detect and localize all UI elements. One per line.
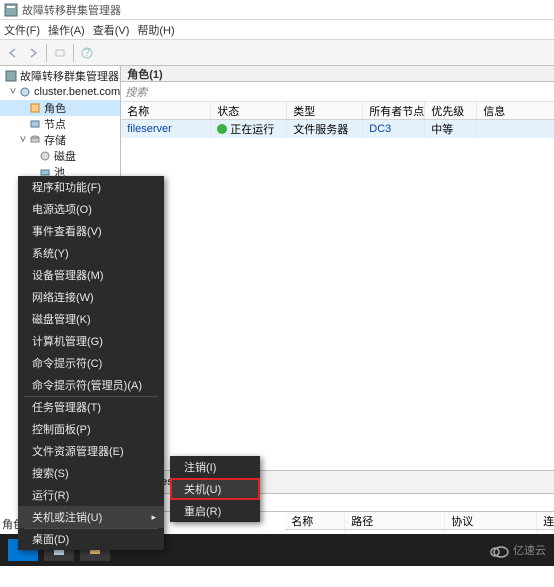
role-name: fileserver <box>127 123 172 135</box>
table-row[interactable]: fileserver 正在运行 文件服务器 DC3 中等 <box>121 120 554 138</box>
toolbar: ? <box>0 40 554 66</box>
ctx-cmd[interactable]: 命令提示符(C) <box>18 352 164 374</box>
tree-role-label: 角色 <box>44 100 66 116</box>
col-name[interactable]: 名称 <box>121 102 211 119</box>
ctx-system[interactable]: 系统(Y) <box>18 242 164 264</box>
expander-icon[interactable]: ˅ <box>18 134 28 146</box>
ctx-run[interactable]: 运行(R) <box>18 484 164 506</box>
cluster-icon <box>18 85 32 99</box>
tree-node[interactable]: 节点 <box>0 116 120 132</box>
watermark-text: 亿速云 <box>513 542 546 558</box>
tree-storage-label: 存储 <box>44 132 66 148</box>
col-share-avail[interactable]: 连续可用性 <box>537 512 554 529</box>
col-owner[interactable]: 所有者节点 <box>363 102 425 119</box>
col-type[interactable]: 类型 <box>287 102 363 119</box>
svg-text:?: ? <box>84 47 90 59</box>
col-status[interactable]: 状态 <box>211 102 287 119</box>
menu-action[interactable]: 操作(A) <box>48 22 85 38</box>
menu-help[interactable]: 帮助(H) <box>137 22 174 38</box>
ctx-task-manager[interactable]: 任务管理器(T) <box>18 396 164 418</box>
col-share-name[interactable]: 名称 <box>285 512 345 529</box>
ctx-shutdown-signout[interactable]: 关机或注销(U) <box>18 506 164 528</box>
submenu-restart[interactable]: 重启(R) <box>170 500 260 522</box>
roles-table: 名称 状态 类型 所有者节点 优先级 信息 fileserver 正在运行 文件… <box>121 102 554 138</box>
toolbar-action-icon[interactable] <box>51 44 69 62</box>
node-icon <box>28 117 42 131</box>
window-title: 故障转移群集管理器 <box>22 2 121 18</box>
menu-view[interactable]: 查看(V) <box>93 22 130 38</box>
ctx-disk-mgmt[interactable]: 磁盘管理(K) <box>18 308 164 330</box>
role-status: 正在运行 <box>230 121 274 137</box>
ctx-device-manager[interactable]: 设备管理器(M) <box>18 264 164 286</box>
storage-icon <box>28 133 42 147</box>
col-share-proto[interactable]: 协议 <box>445 512 537 529</box>
content-header: 角色(1) <box>121 66 554 82</box>
roles-table-header: 名称 状态 类型 所有者节点 优先级 信息 <box>121 102 554 120</box>
ctx-file-explorer[interactable]: 文件资源管理器(E) <box>18 440 164 462</box>
cloud-icon <box>487 542 509 558</box>
disk-icon <box>38 149 52 163</box>
search-bar[interactable]: 搜索 <box>121 82 554 102</box>
col-info[interactable]: 信息 <box>477 102 554 119</box>
search-placeholder: 搜索 <box>125 84 147 100</box>
status-running-icon <box>217 124 227 134</box>
expander-icon[interactable]: ˅ <box>8 86 18 98</box>
ctx-search[interactable]: 搜索(S) <box>18 462 164 484</box>
tree-disk-label: 磁盘 <box>54 148 76 164</box>
role-type: 文件服务器 <box>293 121 348 137</box>
toolbar-sep <box>73 44 74 62</box>
tree-cluster[interactable]: ˅ cluster.benet.com <box>0 84 120 100</box>
tree-node-label: 节点 <box>44 116 66 132</box>
ctx-network-conn[interactable]: 网络连接(W) <box>18 286 164 308</box>
title-bar: 故障转移群集管理器 <box>0 0 554 20</box>
winx-context-menu: 程序和功能(F) 电源选项(O) 事件查看器(V) 系统(Y) 设备管理器(M)… <box>18 176 164 550</box>
tree-storage[interactable]: ˅ 存储 <box>0 132 120 148</box>
role-icon <box>28 101 42 115</box>
ctx-cmd-admin[interactable]: 命令提示符(管理员)(A) <box>18 374 164 396</box>
tree-cluster-label: cluster.benet.com <box>34 86 120 98</box>
tree-disk[interactable]: 磁盘 <box>0 148 120 164</box>
submenu-signout[interactable]: 注销(I) <box>170 456 260 478</box>
watermark: 亿速云 <box>487 542 546 558</box>
cluster-mgr-icon <box>4 69 18 83</box>
ctx-computer-mgmt[interactable]: 计算机管理(G) <box>18 330 164 352</box>
col-share-path[interactable]: 路径 <box>345 512 445 529</box>
ctx-control-panel[interactable]: 控制面板(P) <box>18 418 164 440</box>
shares-header: 名称 路径 协议 连续可用性 注解 <box>285 512 554 530</box>
shutdown-submenu: 注销(I) 关机(U) 重启(R) <box>170 456 260 522</box>
nav-back-icon[interactable] <box>4 44 22 62</box>
role-priority: 中等 <box>431 121 453 137</box>
menu-file[interactable]: 文件(F) <box>4 22 40 38</box>
submenu-shutdown[interactable]: 关机(U) <box>170 478 260 500</box>
nav-forward-icon[interactable] <box>24 44 42 62</box>
toolbar-help-icon[interactable]: ? <box>78 44 96 62</box>
ctx-event-viewer[interactable]: 事件查看器(V) <box>18 220 164 242</box>
ctx-power-options[interactable]: 电源选项(O) <box>18 198 164 220</box>
ctx-programs-features[interactable]: 程序和功能(F) <box>18 176 164 198</box>
toolbar-sep <box>46 44 47 62</box>
menu-bar: 文件(F) 操作(A) 查看(V) 帮助(H) <box>0 20 554 40</box>
col-priority[interactable]: 优先级 <box>425 102 477 119</box>
role-owner: DC3 <box>369 123 391 135</box>
tree-root[interactable]: 故障转移群集管理器 <box>0 68 120 84</box>
tree-role[interactable]: 角色 <box>0 100 120 116</box>
ctx-desktop[interactable]: 桌面(D) <box>18 528 164 550</box>
app-icon <box>4 3 18 17</box>
tree-root-label: 故障转移群集管理器 <box>20 68 119 84</box>
